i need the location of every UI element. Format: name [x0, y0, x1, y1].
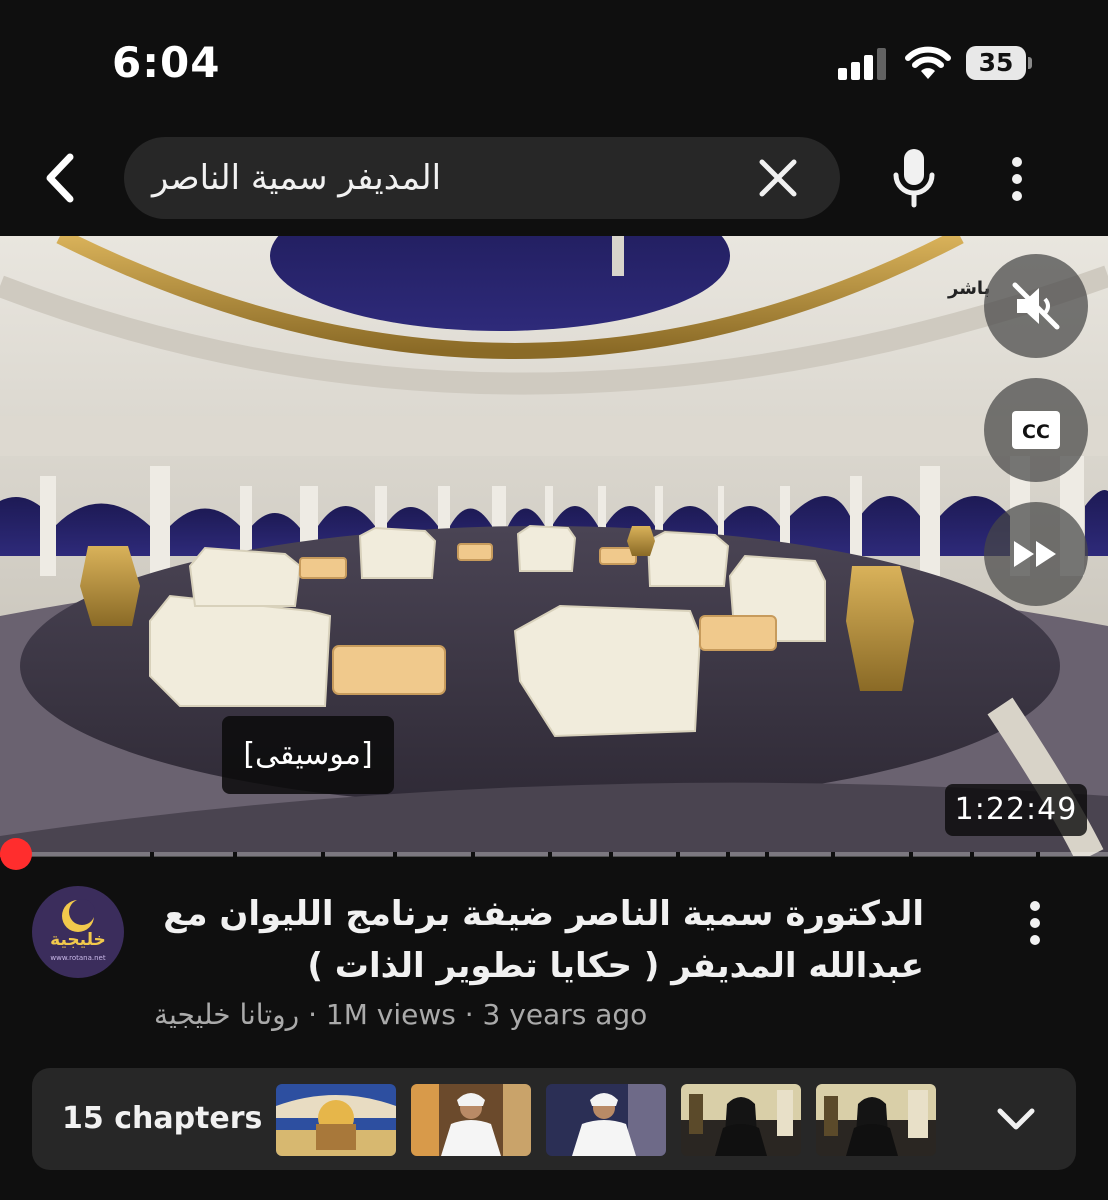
chapter-mark	[726, 852, 730, 857]
chapter-mark	[471, 852, 475, 857]
avatar-url: www.rotana.net	[50, 954, 106, 962]
chapter-mark	[548, 852, 552, 857]
more-vertical-icon	[1030, 901, 1040, 911]
battery-level: 35	[978, 48, 1014, 77]
chapter-mark	[831, 852, 835, 857]
progress-bar[interactable]	[0, 852, 1108, 857]
video-title[interactable]: الدكتورة سمية الناصر ضيفة برنامج الليوان…	[154, 888, 924, 992]
wifi-icon	[904, 44, 952, 82]
chapters-panel[interactable]: 15 chapters	[32, 1068, 1076, 1170]
chapters-fade	[940, 1068, 980, 1170]
search-bar[interactable]: المديفر سمية الناصر	[124, 137, 840, 219]
captions-button[interactable]: CC	[984, 378, 1088, 482]
chapter-thumbnail[interactable]	[816, 1084, 936, 1156]
chapter-thumbnail[interactable]	[276, 1084, 396, 1156]
status-bar: 6:04 35	[0, 0, 1108, 128]
chapter-mark	[1036, 852, 1040, 857]
channel-name[interactable]: روتانا خليجية	[154, 998, 299, 1031]
chapter-mark	[676, 852, 680, 857]
chapter-mark	[970, 852, 974, 857]
status-time: 6:04	[112, 38, 221, 87]
clear-icon	[759, 159, 797, 197]
meta-separator: ·	[308, 998, 317, 1031]
chapter-thumbnail[interactable]	[546, 1084, 666, 1156]
cellular-signal-icon	[838, 48, 886, 80]
chapter-mark	[393, 852, 397, 857]
upload-age: 3 years ago	[482, 998, 648, 1031]
mute-icon	[1012, 282, 1060, 330]
fast-forward-icon	[1014, 541, 1056, 567]
mute-button[interactable]	[984, 254, 1088, 358]
expand-chapters-button[interactable]	[986, 1090, 1046, 1150]
chapter-mark	[233, 852, 237, 857]
caption-text: [موسيقى]	[222, 716, 394, 794]
chapter-thumbnail[interactable]	[681, 1084, 801, 1156]
chapter-mark	[909, 852, 913, 857]
fast-forward-button[interactable]	[984, 502, 1088, 606]
meta-separator: ·	[464, 998, 474, 1031]
video-more-button[interactable]	[1010, 894, 1060, 952]
channel-avatar[interactable]: خليجية www.rotana.net	[32, 886, 124, 978]
chapter-thumbnail[interactable]	[411, 1084, 531, 1156]
video-player[interactable]: باشر CC [موسيقى] 1:22:49	[0, 236, 1108, 856]
view-count: 1M views	[325, 998, 456, 1031]
more-options-button[interactable]	[990, 150, 1044, 208]
video-frame	[0, 236, 1108, 856]
chevron-down-icon	[997, 1108, 1035, 1130]
voice-search-button[interactable]	[874, 138, 954, 218]
mic-icon	[893, 149, 935, 208]
video-duration: 1:22:49	[945, 784, 1087, 836]
clear-search-button[interactable]	[752, 152, 804, 204]
back-button[interactable]	[28, 146, 92, 210]
avatar-label: خليجية	[50, 930, 106, 950]
chapters-label: 15 chapters	[62, 1101, 263, 1136]
chapter-mark	[609, 852, 613, 857]
search-query[interactable]: المديفر سمية الناصر	[152, 137, 592, 219]
battery-icon: 35	[966, 46, 1032, 80]
progress-scrubber[interactable]	[0, 838, 32, 870]
chapter-mark	[765, 852, 769, 857]
back-arrow-icon	[46, 153, 74, 203]
chapter-mark	[321, 852, 325, 857]
video-meta: روتانا خليجية · 1M views · 3 years ago	[154, 998, 774, 1031]
closed-captions-icon: CC	[1012, 411, 1060, 449]
more-vertical-icon	[1012, 157, 1022, 167]
chapter-mark	[150, 852, 154, 857]
svg-text:CC: CC	[1022, 421, 1050, 443]
